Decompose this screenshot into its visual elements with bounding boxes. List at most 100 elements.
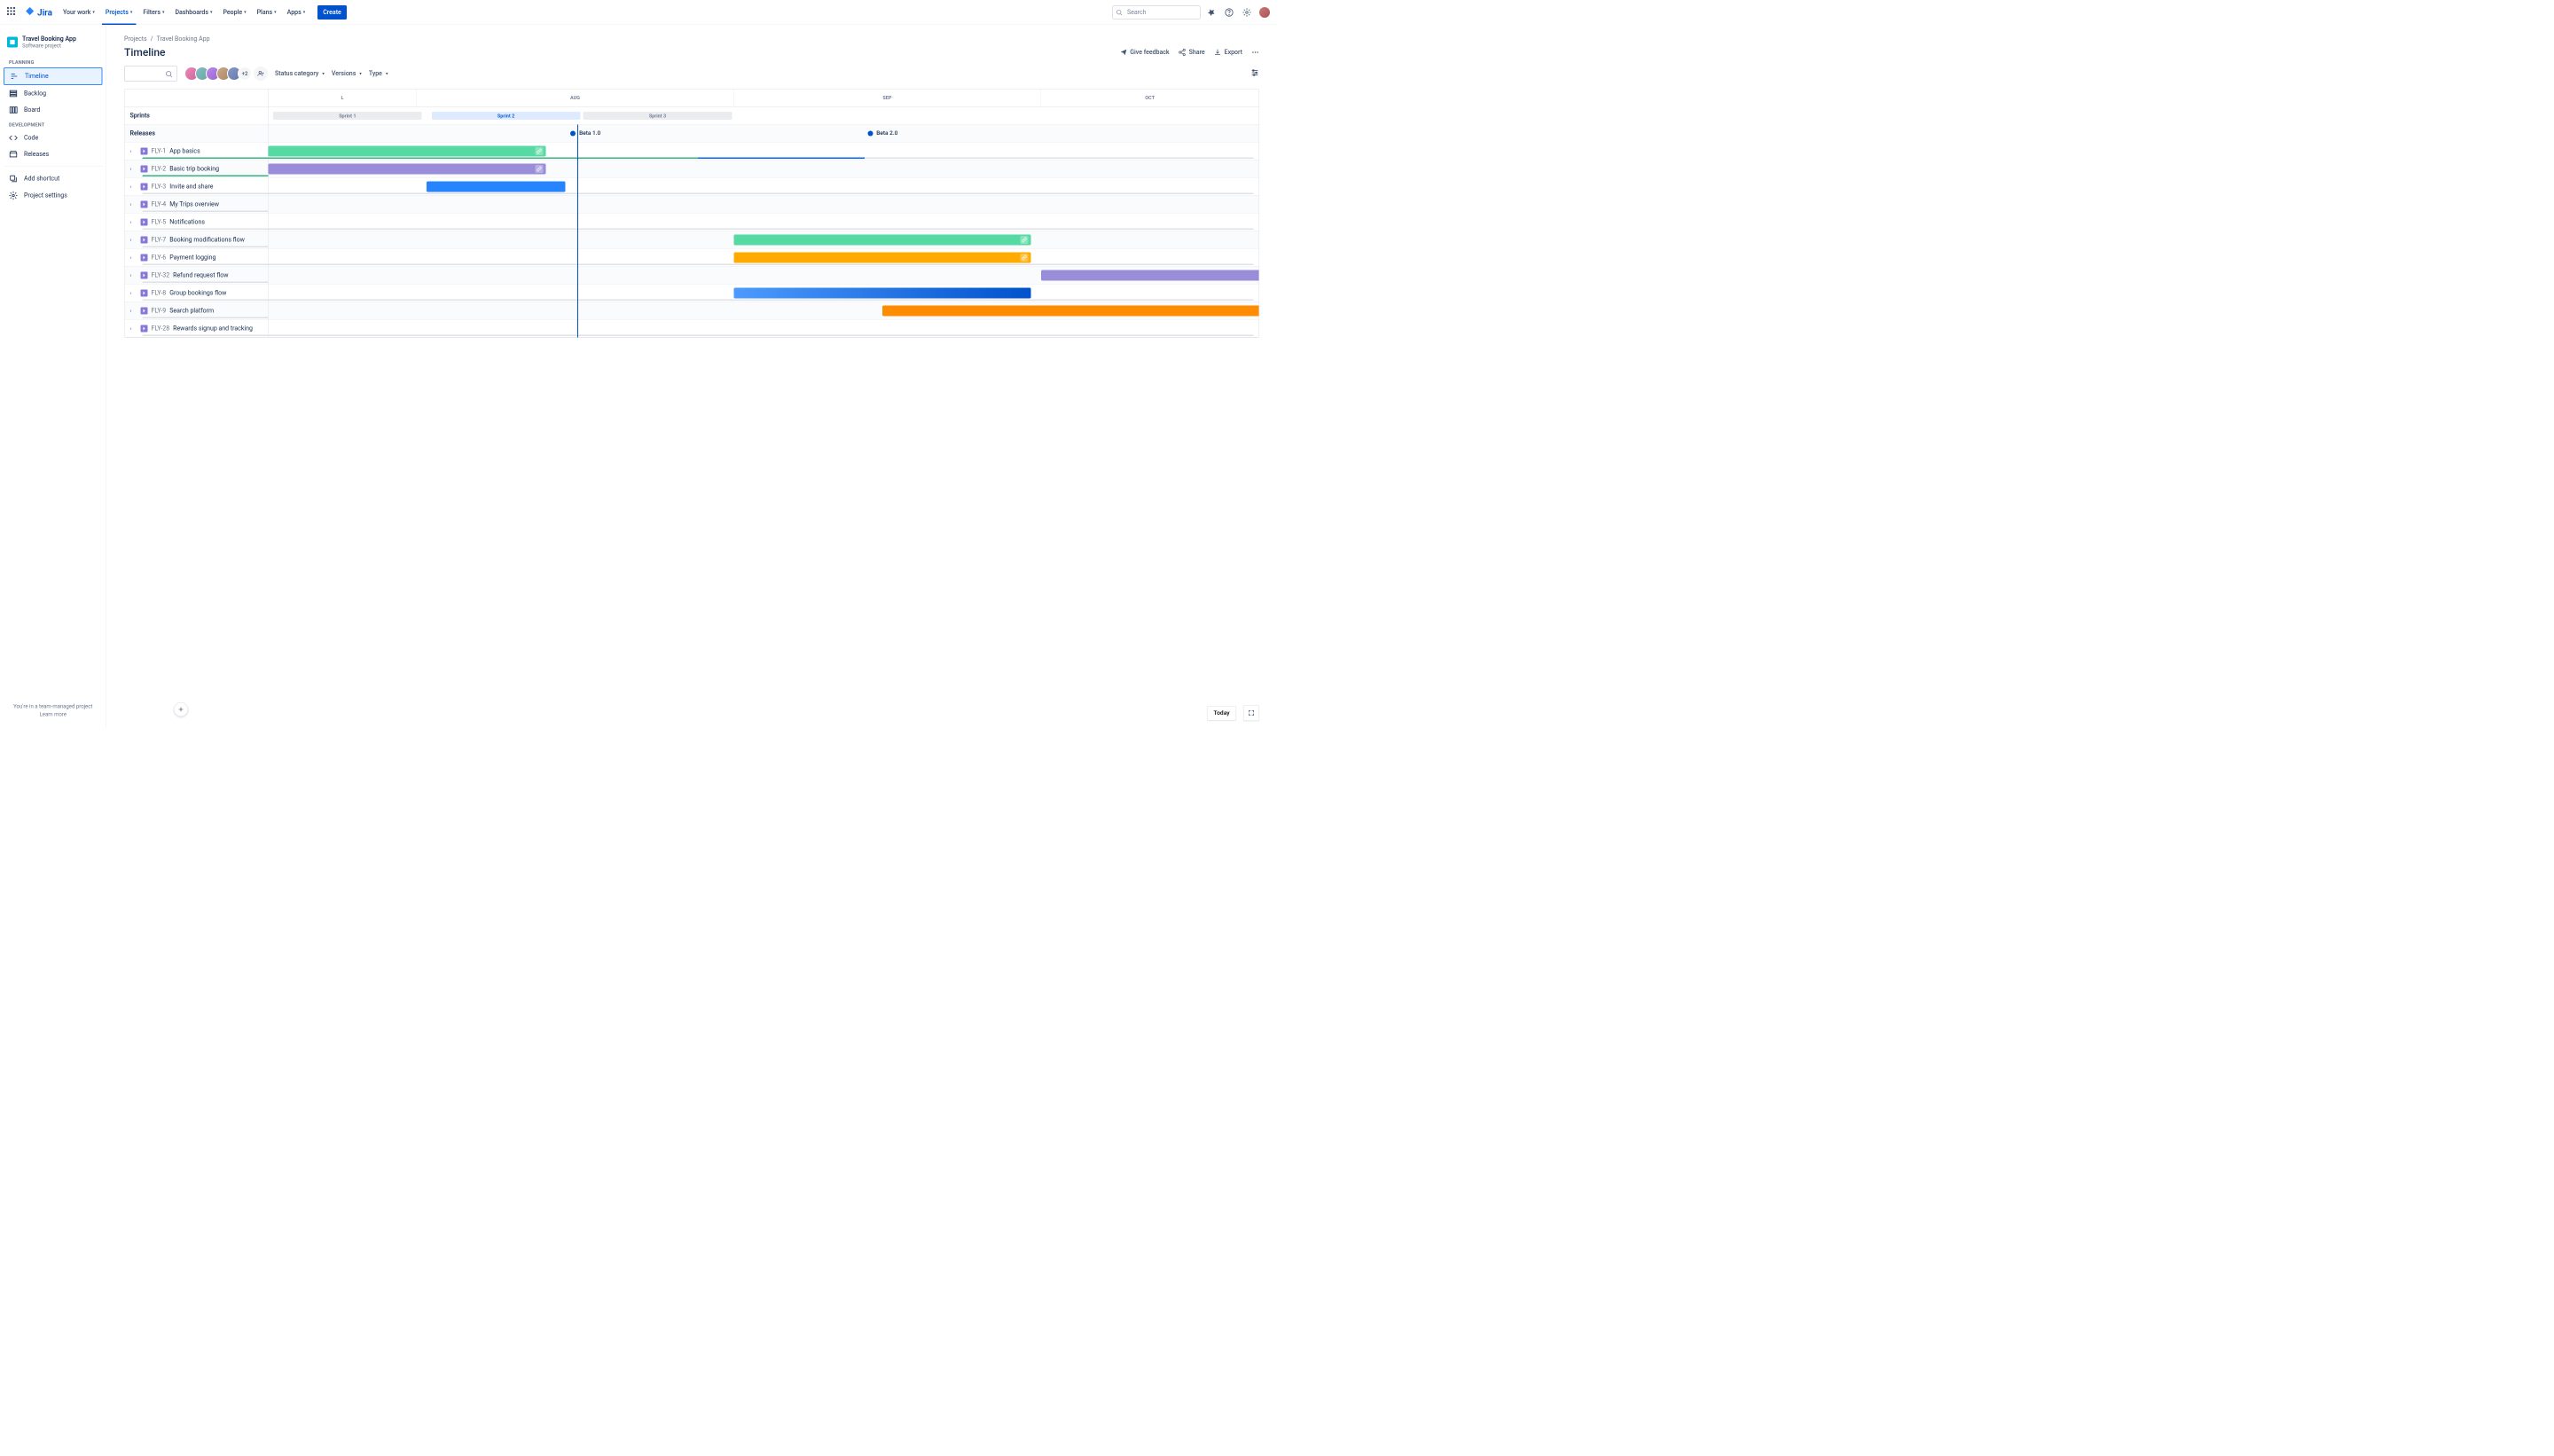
- nav-dashboards[interactable]: Dashboards▾: [171, 5, 215, 20]
- expand-icon[interactable]: ›: [130, 148, 137, 154]
- sidebar-item-code[interactable]: Code: [4, 130, 103, 146]
- epic-title[interactable]: Basic trip booking: [169, 165, 219, 172]
- page-title: Timeline: [124, 46, 165, 59]
- epic-icon: [141, 236, 148, 243]
- epic-title[interactable]: My Trips overview: [169, 200, 219, 207]
- epic-icon: [141, 183, 148, 190]
- release-line: [577, 125, 578, 338]
- jira-logo[interactable]: Jira: [25, 7, 52, 18]
- add-person-icon[interactable]: [254, 67, 268, 81]
- global-search[interactable]: [1112, 5, 1201, 20]
- help-icon[interactable]: [1222, 5, 1236, 20]
- nav-people[interactable]: People▾: [219, 5, 249, 20]
- today-button[interactable]: Today: [1207, 706, 1236, 721]
- app-switcher-icon[interactable]: [5, 5, 20, 20]
- epic-key[interactable]: FLY-7: [152, 236, 167, 243]
- link-icon[interactable]: [535, 165, 543, 173]
- versions-filter[interactable]: Versions▾: [332, 70, 362, 77]
- expand-icon[interactable]: ›: [130, 184, 137, 190]
- nav-your-work[interactable]: Your work▾: [59, 5, 98, 20]
- epic-key[interactable]: FLY-5: [152, 218, 167, 225]
- epic-bar[interactable]: [882, 306, 1259, 317]
- nav-apps[interactable]: Apps▾: [284, 5, 309, 20]
- expand-icon[interactable]: ›: [130, 290, 137, 296]
- search-input[interactable]: [1112, 5, 1201, 20]
- epic-bar[interactable]: [1041, 270, 1259, 281]
- learn-more-link[interactable]: Learn more: [7, 711, 99, 717]
- epic-title[interactable]: Invite and share: [169, 183, 213, 190]
- epic-bar[interactable]: [733, 288, 1030, 299]
- epic-key[interactable]: FLY-3: [152, 183, 167, 190]
- add-shortcut[interactable]: Add shortcut: [4, 171, 103, 187]
- epic-key[interactable]: FLY-6: [152, 254, 167, 261]
- sidebar-item-releases[interactable]: Releases: [4, 146, 103, 162]
- profile-avatar[interactable]: [1257, 5, 1272, 20]
- export-button[interactable]: Export: [1214, 49, 1242, 57]
- expand-icon[interactable]: ›: [130, 237, 137, 243]
- epic-icon: [141, 200, 148, 207]
- filter-search[interactable]: [124, 66, 177, 82]
- sprint-sprint-3[interactable]: Sprint 3: [584, 112, 733, 120]
- project-header[interactable]: Travel Booking App Software project: [4, 35, 103, 56]
- sprint-sprint-1[interactable]: Sprint 1: [273, 112, 422, 120]
- epic-key[interactable]: FLY-4: [152, 200, 167, 207]
- create-button[interactable]: Create: [317, 5, 347, 20]
- epic-title[interactable]: Rewards signup and tracking: [173, 325, 253, 332]
- epic-key[interactable]: FLY-28: [152, 325, 170, 332]
- epic-bar[interactable]: [733, 235, 1030, 246]
- sprint-sprint-2[interactable]: Sprint 2: [432, 112, 581, 120]
- expand-icon[interactable]: ›: [130, 325, 137, 332]
- sidebar-item-backlog[interactable]: Backlog: [4, 86, 103, 102]
- type-filter[interactable]: Type▾: [369, 70, 388, 77]
- add-epic-button[interactable]: [174, 702, 188, 716]
- link-icon[interactable]: [535, 147, 543, 155]
- notifications-icon[interactable]: [1204, 5, 1218, 20]
- sidebar-item-board[interactable]: Board: [4, 102, 103, 118]
- expand-icon[interactable]: ›: [130, 272, 137, 278]
- nav-projects[interactable]: Projects▾: [102, 5, 136, 20]
- epic-title[interactable]: Search platform: [169, 307, 214, 314]
- view-settings-icon[interactable]: [1250, 68, 1259, 79]
- epic-title[interactable]: App basics: [169, 147, 200, 154]
- fullscreen-button[interactable]: [1243, 705, 1259, 721]
- epic-bar[interactable]: [269, 164, 546, 175]
- expand-icon[interactable]: ›: [130, 308, 137, 314]
- epic-key[interactable]: FLY-32: [152, 271, 170, 278]
- settings-icon[interactable]: [1240, 5, 1254, 20]
- epic-icon: [141, 147, 148, 154]
- epic-title[interactable]: Refund request flow: [173, 271, 228, 278]
- epic-bar[interactable]: [269, 146, 546, 157]
- status-filter[interactable]: Status category▾: [275, 70, 325, 77]
- expand-icon[interactable]: ›: [130, 254, 137, 261]
- epic-bar[interactable]: [427, 182, 565, 192]
- more-actions-icon[interactable]: [1251, 49, 1259, 57]
- assignee-filter[interactable]: +2: [184, 67, 268, 81]
- epic-title[interactable]: Group bookings flow: [169, 289, 226, 296]
- epic-row-FLY-3: › FLY-3Invite and share: [125, 178, 1259, 196]
- nav-plans[interactable]: Plans▾: [254, 5, 280, 20]
- expand-icon[interactable]: ›: [130, 219, 137, 225]
- epic-title[interactable]: Payment logging: [169, 254, 215, 261]
- epic-bar[interactable]: [733, 253, 1030, 263]
- link-icon[interactable]: [1021, 254, 1029, 262]
- release-beta-1-0[interactable]: Beta 1.0: [570, 130, 600, 137]
- epic-title[interactable]: Notifications: [169, 218, 205, 225]
- give-feedback-button[interactable]: Give feedback: [1119, 49, 1169, 57]
- epic-title[interactable]: Booking modifications flow: [169, 236, 245, 243]
- breadcrumb: Projects / Travel Booking App: [124, 35, 1259, 43]
- expand-icon[interactable]: ›: [130, 201, 137, 207]
- epic-key[interactable]: FLY-8: [152, 289, 167, 296]
- epic-key[interactable]: FLY-1: [152, 147, 167, 154]
- release-beta-2-0[interactable]: Beta 2.0: [867, 130, 897, 137]
- breadcrumb-project[interactable]: Travel Booking App: [157, 35, 210, 43]
- share-button[interactable]: Share: [1179, 49, 1205, 57]
- nav-filters[interactable]: Filters▾: [139, 5, 168, 20]
- sidebar-item-timeline[interactable]: Timeline: [4, 67, 103, 85]
- link-icon[interactable]: [1021, 236, 1029, 244]
- epic-key[interactable]: FLY-9: [152, 307, 167, 314]
- project-type: Software project: [22, 43, 76, 49]
- breadcrumb-projects[interactable]: Projects: [124, 35, 147, 43]
- expand-icon[interactable]: ›: [130, 166, 137, 172]
- epic-key[interactable]: FLY-2: [152, 165, 167, 172]
- project-settings[interactable]: Project settings: [4, 188, 103, 204]
